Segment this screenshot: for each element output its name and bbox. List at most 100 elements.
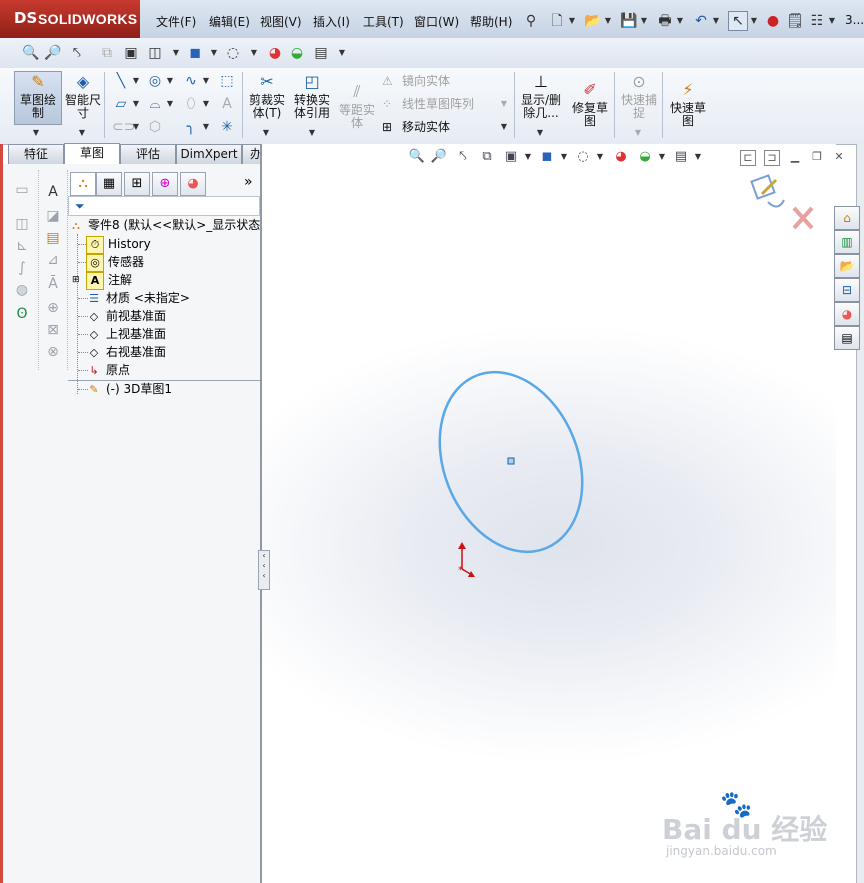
surface-finish-icon[interactable]: ⊕	[43, 298, 63, 318]
loft-icon[interactable]: ∫	[12, 258, 32, 278]
zoom-to-area-icon[interactable]: 🔎	[44, 44, 62, 62]
chevron-down-icon[interactable]: ▼	[132, 72, 140, 90]
view-palette-icon[interactable]: ⊟	[834, 278, 860, 302]
rebuild-traffic-light-icon[interactable]: ●	[764, 12, 782, 30]
open-folder-icon[interactable]: 📂	[584, 12, 602, 30]
trim-entities-button[interactable]: ✂ 剪裁实 体(T)	[246, 72, 288, 120]
arc-icon[interactable]: ⌓	[146, 95, 164, 113]
display-style-icon[interactable]: ◫	[146, 44, 164, 62]
display-delete-relations-button[interactable]: ⊥ 显示/删 除几...	[518, 72, 564, 120]
chevron-down-icon[interactable]: ▼	[262, 124, 270, 142]
options-icon[interactable]: ☷	[808, 12, 826, 30]
previous-view-icon[interactable]: ⤣	[68, 44, 86, 62]
mirror-entities-button[interactable]: ⚠ 镜向实体	[382, 72, 450, 90]
property-manager-icon[interactable]: ▦	[96, 172, 122, 196]
tree-filter-bar[interactable]: ⏷	[68, 196, 260, 216]
tree-item-top-plane[interactable]: ◇ 上视基准面	[86, 325, 166, 343]
grid-icon[interactable]: ⬚	[218, 72, 236, 90]
tab-evaluate[interactable]: 评估	[120, 144, 176, 164]
polygon-icon[interactable]: ⬡	[146, 118, 164, 136]
circle-icon[interactable]: ◎	[146, 72, 164, 90]
boundary-icon[interactable]: ◍	[12, 280, 32, 300]
filter-icon[interactable]: ⏷	[75, 197, 85, 215]
repair-sketch-button[interactable]: ✐ 修复草 图	[568, 80, 612, 128]
pin-icon[interactable]: ⚲	[522, 12, 540, 30]
custom-properties-icon[interactable]: ▤	[834, 326, 860, 350]
sketch-button[interactable]: ✎ 草图绘 制	[14, 71, 62, 125]
tree-item-right-plane[interactable]: ◇ 右视基准面	[86, 343, 166, 361]
tree-item-material[interactable]: ☰ 材质 <未指定>	[86, 289, 190, 307]
edit-appearance-icon[interactable]: ◕	[266, 44, 284, 62]
tree-root-part[interactable]: ⛬ 零件8 (默认<<默认>_显示状态	[68, 216, 260, 234]
dimxpert-manager-icon[interactable]: ⊕	[152, 172, 178, 196]
new-document-icon[interactable]: 🗋	[548, 12, 566, 30]
chevron-down-icon[interactable]: ▼	[676, 12, 684, 30]
section-view-icon[interactable]: ⧉	[98, 44, 116, 62]
rectangle-icon[interactable]: ▱	[112, 95, 130, 113]
design-library-icon[interactable]: ▥	[834, 230, 860, 254]
tab-features[interactable]: 特征	[8, 144, 64, 164]
zoom-to-fit-icon[interactable]: 🔍	[22, 44, 40, 62]
move-entities-button[interactable]: ⊞ 移动实体	[382, 118, 450, 136]
chevron-down-icon[interactable]: ▼	[32, 124, 40, 142]
slot-icon[interactable]: ⊂⊃	[112, 118, 135, 136]
datum-icon[interactable]: Ā	[43, 274, 63, 294]
tree-item-annotations[interactable]: A 注解	[86, 271, 132, 290]
chevron-down-icon[interactable]: ▼	[250, 44, 258, 62]
undo-icon[interactable]: ↶	[692, 12, 710, 30]
hatch-icon[interactable]: ⊠	[43, 320, 63, 340]
chevron-down-icon[interactable]: ▼	[172, 44, 180, 62]
display-manager-icon[interactable]: ◕	[180, 172, 206, 196]
appearances-icon[interactable]: ◕	[834, 302, 860, 326]
note-icon[interactable]: A	[43, 182, 63, 202]
chevron-down-icon[interactable]: ▼	[132, 118, 140, 136]
chevron-down-icon[interactable]: ▼	[500, 118, 508, 136]
chevron-down-icon[interactable]: ▼	[568, 12, 576, 30]
point-icon[interactable]: ✳	[218, 118, 236, 136]
ellipse-center-point[interactable]	[507, 457, 515, 465]
weld-icon[interactable]: ⊿	[43, 250, 63, 270]
text-icon[interactable]: A	[218, 95, 236, 113]
menu-edit[interactable]: 编辑(E)	[209, 13, 250, 31]
menu-help[interactable]: 帮助(H)	[470, 13, 512, 31]
chevron-down-icon[interactable]: ▼	[210, 44, 218, 62]
chevron-down-icon[interactable]: ▼	[202, 72, 210, 90]
apply-scene-icon[interactable]: ◒	[288, 44, 306, 62]
expand-panel-button[interactable]: »	[244, 174, 253, 190]
linear-pattern-button[interactable]: ⁘ 线性草图阵列	[382, 95, 474, 113]
featuremanager-tree-icon[interactable]: ⛬	[70, 172, 96, 196]
expand-annotations-toggle[interactable]: ⊞	[72, 271, 82, 289]
chevron-down-icon[interactable]: ▼	[828, 12, 836, 30]
chevron-down-icon[interactable]: ▼	[308, 124, 316, 142]
spline-icon[interactable]: ∿	[182, 72, 200, 90]
line-icon[interactable]: ╲	[112, 72, 130, 90]
menu-file[interactable]: 文件(F)	[156, 13, 196, 31]
solidworks-logo[interactable]: DS SOLIDWORKS	[0, 0, 140, 38]
tree-item-origin[interactable]: ↳ 原点	[86, 361, 130, 379]
chevron-down-icon[interactable]: ▼	[78, 124, 86, 142]
rapid-sketch-button[interactable]: ⚡ 快速草 图	[666, 80, 710, 128]
tab-sketch[interactable]: 草图	[64, 143, 120, 165]
menu-insert[interactable]: 插入(I)	[313, 13, 350, 31]
print-icon[interactable]: 🖶	[656, 12, 674, 30]
view-settings-icon[interactable]: ▤	[312, 44, 330, 62]
select-cursor-icon[interactable]: ↖	[728, 11, 748, 31]
chevron-down-icon[interactable]: ▼	[750, 12, 758, 30]
chevron-down-icon[interactable]: ▼	[712, 12, 720, 30]
file-properties-icon[interactable]: 🗒	[786, 12, 804, 30]
chevron-down-icon[interactable]: ▼	[202, 95, 210, 113]
hide-show-items-icon[interactable]: ◌	[224, 44, 242, 62]
offset-entities-button[interactable]: ⫽ 等距实 体	[336, 82, 378, 130]
spring-icon[interactable]: ʘ	[12, 304, 32, 324]
chevron-down-icon[interactable]: ▼	[338, 44, 346, 62]
block-icon[interactable]: ▤	[43, 228, 63, 248]
tree-item-history[interactable]: ⏱ History	[86, 235, 151, 254]
chevron-down-icon[interactable]: ▼	[640, 12, 648, 30]
menu-tools[interactable]: 工具(T)	[363, 13, 404, 31]
geometric-tolerance-icon[interactable]: ⊗	[43, 342, 63, 362]
home-icon[interactable]: ⌂	[834, 206, 860, 230]
tab-dimxpert[interactable]: DimXpert	[176, 144, 242, 164]
chevron-down-icon[interactable]: ▼	[634, 124, 642, 142]
tree-item-sensors[interactable]: ◎ 传感器	[86, 253, 144, 272]
close-icon[interactable]: ✕	[832, 150, 846, 164]
